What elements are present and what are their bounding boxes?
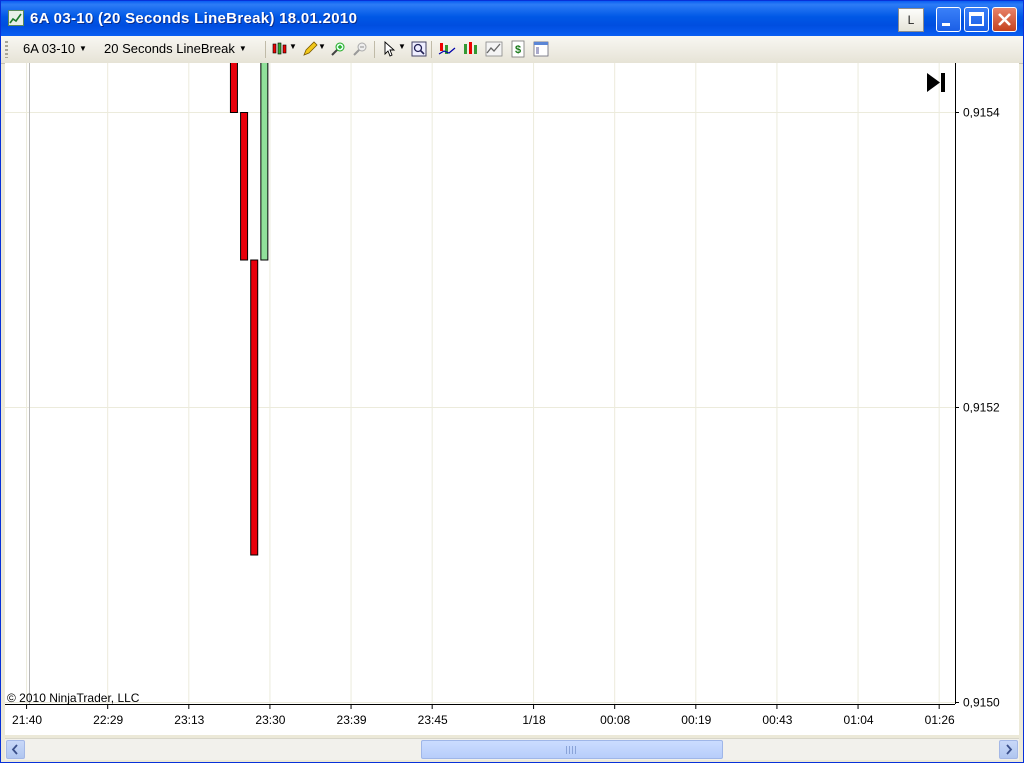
x-tick-label: 00:43 — [762, 713, 792, 727]
cursor-icon[interactable] — [381, 40, 399, 58]
svg-text:$: $ — [515, 44, 521, 56]
close-icon — [998, 13, 1011, 26]
period-selector[interactable]: 20 Seconds LineBreak ▼ — [104, 41, 247, 56]
zoom-out-icon[interactable] — [351, 40, 369, 58]
horizontal-scrollbar[interactable] — [5, 738, 1019, 760]
y-tick-label: 0,9154 — [963, 106, 1000, 120]
up-brick[interactable] — [260, 1, 269, 261]
chevron-down-icon[interactable]: ▼ — [289, 42, 297, 51]
title-bar[interactable]: 6A 03-10 (20 Seconds LineBreak) 18.01.20… — [1, 1, 1023, 36]
link-button[interactable]: L — [898, 8, 924, 32]
toolbar-grip[interactable] — [5, 41, 8, 58]
pencil-icon[interactable] — [301, 40, 319, 58]
minimize-button[interactable] — [936, 7, 961, 32]
down-brick[interactable] — [250, 259, 259, 556]
chart-toolbar: 6A 03-10 ▼ 20 Seconds LineBreak ▼ ▼ ▼ ▼ $ — [1, 36, 1023, 64]
play-end-icon — [927, 73, 940, 92]
copyright-text: © 2010 NinjaTrader, LLC — [7, 691, 140, 705]
down-brick[interactable] — [240, 112, 249, 261]
maximize-icon — [969, 12, 984, 26]
chevron-down-icon: ▼ — [79, 44, 87, 53]
scroll-left-button[interactable] — [6, 740, 25, 759]
data-box-icon[interactable] — [410, 40, 428, 58]
linebreak-chart[interactable]: 0,91500,91520,91540,91560,91580,91600,91… — [5, 1, 1019, 735]
x-tick-label: 00:19 — [681, 713, 711, 727]
y-tick-label: 0,9152 — [963, 401, 1000, 415]
instrument-selector[interactable]: 6A 03-10 ▼ — [23, 41, 87, 56]
x-tick-label: 23:30 — [255, 713, 285, 727]
line-chart-icon[interactable] — [485, 40, 503, 58]
strategies-icon[interactable] — [462, 40, 480, 58]
down-brick[interactable] — [229, 1, 238, 113]
chart-style-icon[interactable] — [271, 40, 289, 58]
chevron-right-icon — [1006, 744, 1013, 755]
end-bar-icon — [941, 73, 945, 92]
chevron-left-icon — [11, 744, 18, 755]
chevron-down-icon[interactable]: ▼ — [398, 42, 406, 51]
chart-window: 6A 03-10 (20 Seconds LineBreak) 18.01.20… — [0, 0, 1024, 763]
instrument-label: 6A 03-10 — [23, 41, 76, 56]
maximize-button[interactable] — [964, 7, 989, 32]
window-title: 6A 03-10 (20 Seconds LineBreak) 18.01.20… — [30, 10, 358, 27]
chart-panel[interactable]: 0,91500,91520,91540,91560,91580,91600,91… — [5, 1, 1019, 735]
indicators-icon[interactable] — [438, 40, 456, 58]
close-button[interactable] — [992, 7, 1017, 32]
x-tick-label: 00:08 — [600, 713, 630, 727]
thumb-grip — [566, 746, 576, 754]
minimize-icon — [942, 23, 950, 26]
x-tick-label: 22:29 — [93, 713, 123, 727]
scroll-thumb[interactable] — [421, 740, 723, 759]
y-tick-label: 0,9150 — [963, 696, 1000, 710]
toolbar-separator — [265, 41, 266, 58]
x-tick-label: 1/18 — [522, 713, 546, 727]
x-tick-label: 01:04 — [844, 713, 874, 727]
toolbar-separator — [374, 41, 375, 58]
zoom-in-icon[interactable] — [329, 40, 347, 58]
properties-icon[interactable] — [532, 40, 550, 58]
period-label: 20 Seconds LineBreak — [104, 41, 235, 56]
x-tick-label: 23:39 — [337, 713, 367, 727]
x-tick-label: 21:40 — [12, 713, 42, 727]
x-tick-label: 23:45 — [418, 713, 448, 727]
scroll-right-button[interactable] — [999, 740, 1018, 759]
scroll-to-end-button[interactable] — [927, 73, 945, 92]
x-tick-label: 23:13 — [174, 713, 204, 727]
chevron-down-icon: ▼ — [238, 44, 247, 53]
chevron-down-icon[interactable]: ▼ — [318, 42, 326, 51]
chart-app-icon[interactable] — [8, 10, 24, 26]
dollar-icon[interactable]: $ — [509, 40, 527, 58]
x-tick-label: 01:26 — [925, 713, 955, 727]
toolbar-separator — [431, 41, 432, 58]
